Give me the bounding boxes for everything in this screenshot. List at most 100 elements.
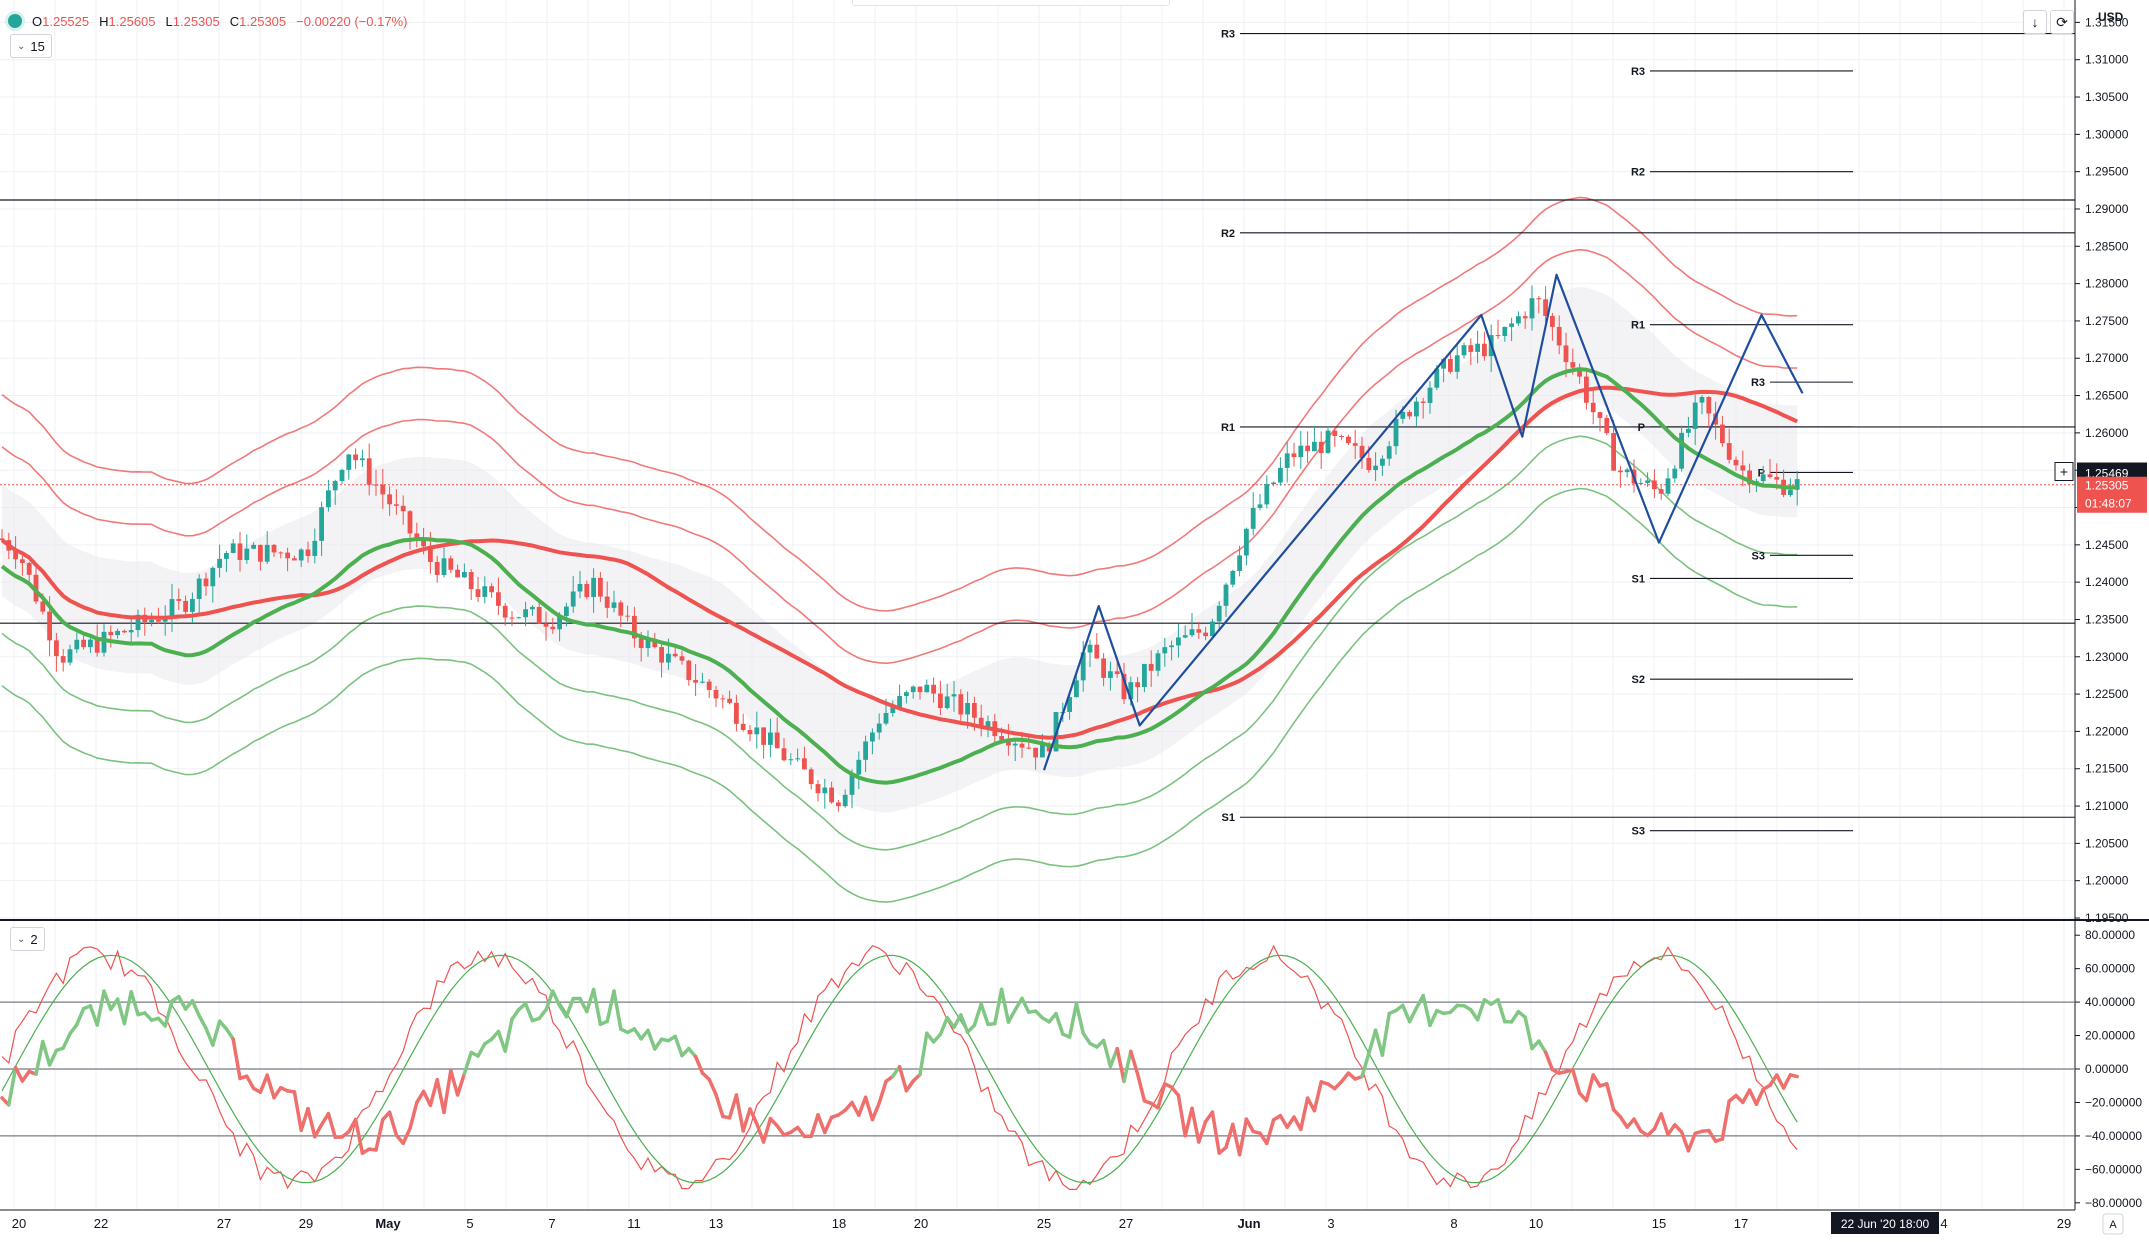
candle bbox=[1094, 633, 1099, 659]
osc-main-segment bbox=[451, 1071, 458, 1095]
candle-body bbox=[1720, 425, 1725, 444]
osc-main-segment bbox=[1124, 1051, 1131, 1081]
candle-body bbox=[1394, 419, 1399, 446]
candle-body bbox=[938, 694, 943, 708]
candle bbox=[346, 454, 351, 480]
osc-indicator-count: 2 bbox=[30, 932, 37, 947]
candle-body bbox=[108, 632, 113, 635]
candle-body bbox=[353, 454, 358, 460]
osc-main-segment bbox=[1240, 1119, 1247, 1155]
osc-main-segment bbox=[410, 1103, 417, 1129]
osc-main-segment bbox=[1634, 1119, 1641, 1131]
candle-body bbox=[1224, 585, 1229, 606]
candle-body bbox=[523, 609, 528, 617]
candle-body bbox=[462, 572, 467, 577]
low-value: L1.25305 bbox=[166, 14, 220, 29]
refresh-icon[interactable]: ⟳ bbox=[2050, 10, 2074, 34]
candle-body bbox=[176, 599, 181, 601]
osc-main-segment bbox=[1682, 1132, 1689, 1151]
candle-body bbox=[1101, 658, 1106, 677]
candle-body bbox=[578, 584, 583, 592]
arrow-down-icon[interactable]: ↓ bbox=[2023, 10, 2047, 34]
price-tick-label: 1.24000 bbox=[2085, 575, 2129, 589]
osc-indicators-toggle[interactable]: ⌄ 2 bbox=[10, 927, 45, 951]
candle-body bbox=[1040, 745, 1045, 758]
candle-body bbox=[1550, 316, 1555, 327]
candle-body bbox=[448, 558, 453, 569]
candle-body bbox=[1564, 345, 1569, 362]
osc-main-segment bbox=[437, 1080, 444, 1113]
candle-body bbox=[231, 543, 236, 553]
candle-body bbox=[1468, 345, 1473, 352]
osc-main-segment bbox=[764, 1119, 771, 1142]
price-tick-label: 1.29500 bbox=[2085, 165, 2129, 179]
candle-body bbox=[1421, 402, 1426, 403]
candle-body bbox=[122, 631, 127, 632]
crosshair-plus: + bbox=[2060, 464, 2068, 480]
main-indicators-toggle[interactable]: ⌄ 15 bbox=[10, 34, 52, 58]
close-value: C1.25305 bbox=[230, 14, 286, 29]
osc-main-segment bbox=[1267, 1120, 1274, 1144]
candle-body bbox=[1475, 344, 1480, 352]
candle-body bbox=[836, 802, 841, 806]
osc-main-segment bbox=[920, 1033, 927, 1074]
candle-body bbox=[102, 632, 107, 653]
osc-main-segment bbox=[179, 997, 186, 1009]
candle-body bbox=[1094, 645, 1099, 659]
change-value: −0.00220 (−0.17%) bbox=[296, 14, 407, 29]
candle-body bbox=[1455, 355, 1460, 372]
candle-body bbox=[469, 572, 474, 589]
candle-body bbox=[911, 687, 916, 693]
candle-body bbox=[1666, 478, 1671, 493]
osc-main-segment bbox=[328, 1114, 335, 1138]
candle-body bbox=[972, 703, 977, 718]
candle bbox=[1666, 468, 1671, 496]
candle-body bbox=[1217, 606, 1222, 622]
candle-body bbox=[183, 601, 188, 612]
chevron-down-icon: ⌄ bbox=[17, 934, 25, 945]
candle-body bbox=[1074, 680, 1079, 697]
candle-body bbox=[1326, 431, 1331, 453]
candle-body bbox=[863, 741, 868, 759]
candle bbox=[924, 680, 929, 693]
osc-main-segment bbox=[1498, 1000, 1505, 1022]
osc-main-segment bbox=[1178, 1095, 1185, 1135]
price-tick-label: 1.30500 bbox=[2085, 90, 2129, 104]
osc-main-segment bbox=[1546, 1052, 1553, 1069]
candle-body bbox=[1332, 431, 1337, 436]
candle bbox=[326, 480, 331, 512]
candle-body bbox=[625, 616, 630, 617]
osc-main-segment bbox=[1410, 1008, 1417, 1022]
candle-body bbox=[775, 733, 780, 749]
candle-body bbox=[870, 732, 875, 741]
candle-body bbox=[924, 685, 929, 692]
candle-body bbox=[605, 597, 610, 608]
time-tick-label: 5 bbox=[466, 1216, 473, 1231]
candle-body bbox=[1557, 327, 1562, 346]
candle bbox=[836, 800, 841, 812]
candle-body bbox=[210, 568, 215, 586]
time-tick-label: 27 bbox=[1119, 1216, 1133, 1231]
candle-body bbox=[795, 758, 800, 759]
main-indicator-count: 15 bbox=[30, 39, 44, 54]
osc-main-segment bbox=[1212, 1112, 1219, 1153]
time-tick-label: 25 bbox=[1037, 1216, 1051, 1231]
candle-body bbox=[251, 545, 256, 549]
osc-main-segment bbox=[1620, 1117, 1627, 1127]
candle-body bbox=[88, 640, 93, 648]
candle-body bbox=[380, 485, 385, 495]
chart-area[interactable]: R3R2R1S1R3R2R1PS1S2S3R3PS3 1.315001.3100… bbox=[0, 0, 2149, 1237]
chart-svg[interactable]: R3R2R1S1R3R2R1PS1S2S3R3PS3 1.315001.3100… bbox=[0, 0, 2149, 1237]
osc-main-segment bbox=[1138, 1074, 1145, 1101]
candle-body bbox=[931, 685, 936, 694]
candle-body bbox=[190, 599, 195, 612]
candle-body bbox=[720, 698, 725, 699]
candle bbox=[476, 577, 481, 602]
osc-main-segment bbox=[1573, 1070, 1580, 1093]
candle-body bbox=[95, 640, 100, 653]
osc-main-segment bbox=[566, 999, 573, 1017]
osc-main-segment bbox=[872, 1103, 879, 1120]
candle-body bbox=[884, 713, 889, 724]
osc-main-segment bbox=[825, 1117, 832, 1132]
open-value: O1.25525 bbox=[32, 14, 89, 29]
